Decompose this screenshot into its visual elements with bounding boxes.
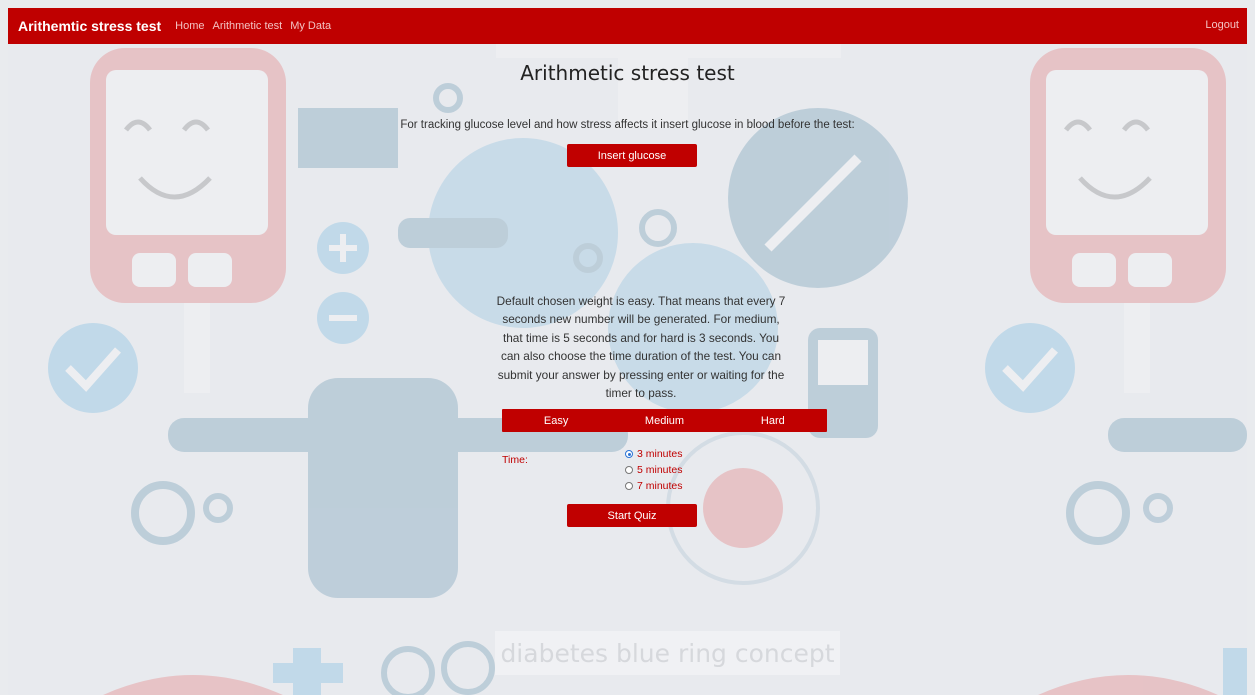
time-option-label: 3 minutes (637, 448, 683, 460)
nav-link-home[interactable]: Home (175, 20, 204, 32)
time-option-5-minutes[interactable]: 5 minutes (625, 464, 683, 476)
navbar: Arithemtic stress test Home Arithmetic t… (8, 8, 1247, 44)
app-frame: diabetes blue ring concept Arithemtic st… (8, 8, 1247, 695)
time-label: Time: (502, 454, 528, 466)
description-text: Default chosen weight is easy. That mean… (496, 294, 786, 401)
intro-text: For tracking glucose level and how stres… (400, 119, 855, 131)
time-option-3-minutes[interactable]: 3 minutes (625, 448, 683, 460)
difficulty-medium-button[interactable]: Medium (610, 409, 718, 432)
background-caption: diabetes blue ring concept (495, 631, 840, 675)
time-option-label: 5 minutes (637, 464, 683, 476)
difficulty-selector: Easy Medium Hard (502, 409, 827, 432)
radio-icon[interactable] (625, 482, 633, 490)
time-option-7-minutes[interactable]: 7 minutes (625, 480, 683, 492)
radio-selected-icon[interactable] (625, 450, 633, 458)
nav-link-arithmetic-test[interactable]: Arithmetic test (213, 20, 283, 32)
difficulty-easy-button[interactable]: Easy (502, 409, 610, 432)
start-quiz-button[interactable]: Start Quiz (567, 504, 697, 527)
nav-link-my-data[interactable]: My Data (290, 20, 331, 32)
brand-link[interactable]: Arithemtic stress test (18, 18, 161, 34)
time-option-label: 7 minutes (637, 480, 683, 492)
radio-icon[interactable] (625, 466, 633, 474)
insert-glucose-button[interactable]: Insert glucose (567, 144, 697, 167)
page-title: Arithmetic stress test (520, 61, 735, 85)
logout-link[interactable]: Logout (1205, 19, 1239, 31)
difficulty-hard-button[interactable]: Hard (719, 409, 827, 432)
